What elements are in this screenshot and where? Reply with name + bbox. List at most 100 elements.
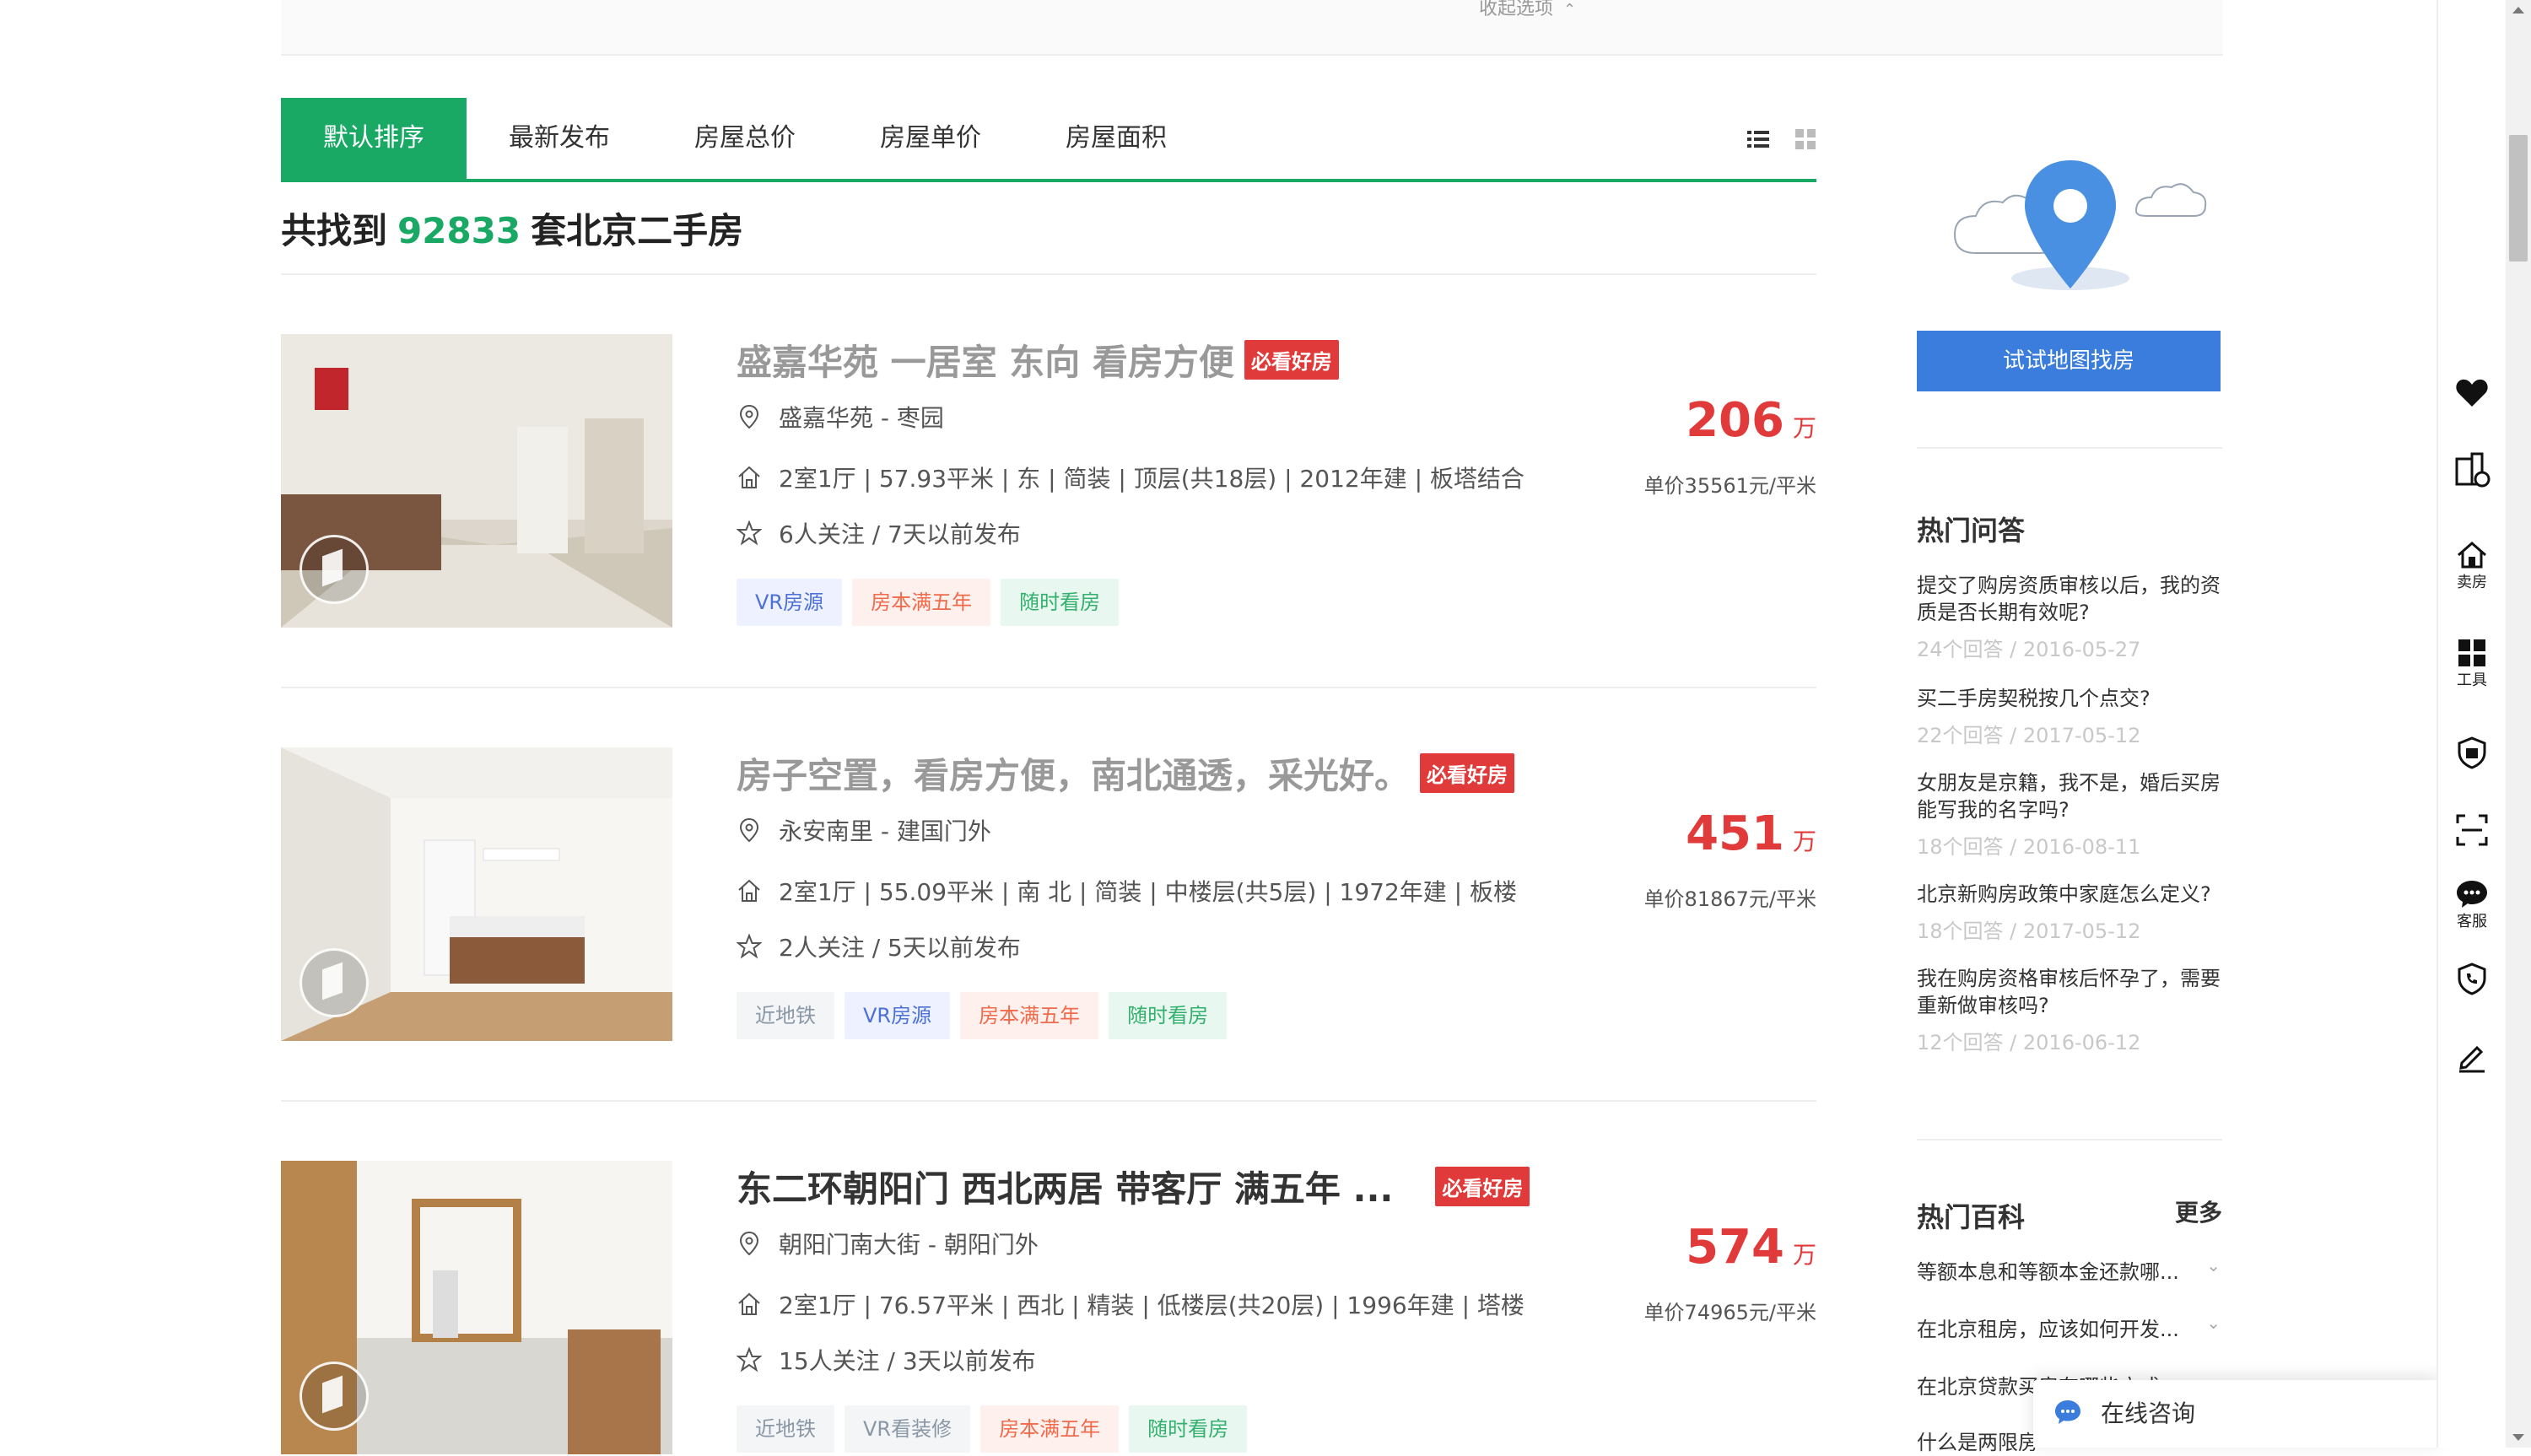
phone-button[interactable] (2438, 962, 2506, 995)
listing-follow: 6人关注 / 7天以前发布 (737, 516, 1021, 550)
listing-item[interactable]: 房子空置，看房方便，南北通透，采光好。 必看好房 永安南里 - 建国门外 2室1厅… (281, 747, 1816, 1043)
listing-item[interactable]: 盛嘉华苑 一居室 东向 看房方便 必看好房 盛嘉华苑 - 枣园 2室1厅 | 57… (281, 334, 1816, 629)
wiki-item[interactable]: 等额本息和等额本金还款哪... ⌄ (1917, 1255, 2221, 1285)
chevron-up-icon: ⌃ (1563, 1, 1577, 19)
qa-meta: 12个回答 / 2016-06-12 (1917, 1031, 2141, 1054)
unit-price: 单价35561元/平米 (1643, 474, 1816, 498)
scan-button[interactable] (2438, 813, 2506, 847)
listing-item[interactable]: 东二环朝阳门 西北两居 带客厅 满五年 ... 必看好房 朝阳门南大街 - 朝阳门… (281, 1161, 1816, 1456)
tag-near-subway: 近地铁 (737, 1405, 834, 1453)
collapse-filters-button[interactable]: 收起选项 ⌃ (1479, 0, 1576, 20)
total-price: 574 万 (1686, 1220, 1816, 1275)
listing-tags: VR房源 房本满五年 随时看房 (737, 579, 1120, 626)
house-icon (738, 466, 760, 488)
map-search-button[interactable]: 试试地图找房 (1917, 331, 2221, 391)
divider (1917, 1139, 2222, 1141)
tools-button[interactable]: 工具 (2438, 638, 2506, 690)
customer-service-button[interactable]: 客服 (2438, 879, 2506, 931)
tab-total-price[interactable]: 房屋总价 (652, 98, 838, 179)
sell-home-button[interactable]: 卖房 (2438, 540, 2506, 592)
tab-newest[interactable]: 最新发布 (467, 98, 652, 179)
qa-item[interactable]: 女朋友是京籍，我不是，婚后买房能写我的名字吗? 18个回答 / 2016-08-… (1917, 769, 2229, 860)
vr-icon (300, 535, 369, 604)
qa-item[interactable]: 买二手房契税按几个点交? 22个回答 / 2017-05-12 (1917, 685, 2229, 749)
tab-default-sort[interactable]: 默认排序 (281, 98, 467, 179)
listing-tags: 近地铁 VR房源 房本满五年 随时看房 (737, 992, 1228, 1039)
list-view-icon[interactable] (1747, 128, 1769, 150)
tab-area[interactable]: 房屋面积 (1023, 98, 1209, 179)
hot-qa-title: 热门问答 (1917, 515, 2026, 547)
tag-five-years: 房本满五年 (852, 579, 991, 626)
qa-question[interactable]: 提交了购房资质审核以后，我的资质是否长期有效呢? (1917, 572, 2229, 626)
house-icon (738, 879, 760, 902)
listing-info: 2室1厅 | 57.93平米 | 东 | 简装 | 顶层(共18层) | 201… (737, 461, 1525, 494)
listing-info: 2室1厅 | 55.09平米 | 南 北 | 简装 | 中楼层(共5层) | 1… (737, 874, 1517, 908)
promise-button[interactable] (2438, 736, 2506, 769)
shield-icon (2458, 736, 2486, 769)
tag-anytime-viewing: 随时看房 (1109, 992, 1228, 1039)
tag-vr: VR房源 (845, 992, 951, 1039)
divider (281, 273, 1816, 275)
tools-label: 工具 (2457, 671, 2487, 689)
vr-icon (300, 948, 369, 1017)
listing-follow: 2人关注 / 5天以前发布 (737, 930, 1021, 963)
heart-icon (2456, 379, 2488, 407)
must-see-badge: 必看好房 (1420, 753, 1515, 793)
qa-question[interactable]: 买二手房契税按几个点交? (1917, 685, 2229, 712)
house-icon (738, 1292, 760, 1315)
scroll-thumb[interactable] (2509, 135, 2528, 262)
chat-bubble-icon (2457, 881, 2487, 908)
listing-info: 2室1厅 | 76.57平米 | 西北 | 精装 | 低楼层(共20层) | 1… (737, 1287, 1525, 1321)
wiki-more-link[interactable]: 更多 (2175, 1194, 2222, 1228)
scroll-down-arrow-icon[interactable] (2512, 1434, 2524, 1441)
favorites-button[interactable] (2438, 378, 2506, 408)
hot-wiki-title: 热门百科 (1917, 1201, 2026, 1233)
qa-question[interactable]: 女朋友是京籍，我不是，婚后买房能写我的名字吗? (1917, 769, 2229, 823)
qa-item[interactable]: 提交了购房资质审核以后，我的资质是否长期有效呢? 24个回答 / 2016-05… (1917, 572, 2229, 663)
scrollbar[interactable] (2506, 0, 2531, 1448)
qa-question[interactable]: 北京新购房政策中家庭怎么定义? (1917, 881, 2229, 908)
building-compare-icon (2455, 452, 2491, 488)
listing-location[interactable]: 盛嘉华苑 - 枣园 (737, 400, 944, 434)
feedback-button[interactable] (2438, 1039, 2506, 1073)
listing-title[interactable]: 东二环朝阳门 西北两居 带客厅 满五年 ... 必看好房 (737, 1161, 1530, 1212)
divider (1917, 447, 2222, 449)
phone-shield-icon (2458, 963, 2486, 995)
tools-grid-icon (2458, 639, 2485, 666)
qa-item[interactable]: 我在购房资格审核后怀孕了，需要重新做审核吗? 12个回答 / 2016-06-1… (1917, 965, 2229, 1056)
wiki-item[interactable]: 在北京租房，应该如何开发... ⌄ (1917, 1313, 2221, 1342)
sort-tabs: 默认排序 最新发布 房屋总价 房屋单价 房屋面积 (281, 98, 1816, 182)
qa-item[interactable]: 北京新购房政策中家庭怎么定义? 18个回答 / 2017-05-12 (1917, 881, 2229, 945)
listing-follow: 15人关注 / 3天以前发布 (737, 1343, 1036, 1377)
result-count: 92833 (397, 210, 521, 251)
listing-photo[interactable] (281, 747, 672, 1041)
summary-prefix: 共找到 (281, 210, 388, 251)
sell-label: 卖房 (2457, 574, 2487, 591)
listing-location[interactable]: 朝阳门南大街 - 朝阳门外 (737, 1227, 1039, 1260)
house-sell-icon (2458, 542, 2486, 569)
service-label: 客服 (2457, 913, 2487, 930)
chat-icon (2055, 1400, 2080, 1424)
listing-title[interactable]: 房子空置，看房方便，南北通透，采光好。 必看好房 (737, 747, 1515, 799)
tag-five-years: 房本满五年 (960, 992, 1099, 1039)
listing-photo[interactable] (281, 1161, 672, 1454)
location-pin-icon (739, 1231, 759, 1256)
result-summary: 共找到 92833 套北京二手房 (281, 202, 743, 254)
qa-meta: 18个回答 / 2016-08-11 (1917, 835, 2141, 859)
listing-location[interactable]: 永安南里 - 建国门外 (737, 813, 991, 847)
compare-button[interactable] (2438, 452, 2506, 489)
grid-view-icon[interactable] (1794, 128, 1816, 150)
tag-anytime-viewing: 随时看房 (1129, 1405, 1248, 1453)
tag-vr-decoration: VR看装修 (845, 1405, 971, 1453)
summary-suffix: 套北京二手房 (531, 210, 744, 251)
listing-tags: 近地铁 VR看装修 房本满五年 随时看房 (737, 1405, 1248, 1453)
qa-question[interactable]: 我在购房资格审核后怀孕了，需要重新做审核吗? (1917, 965, 2229, 1019)
total-price: 206 万 (1686, 393, 1816, 448)
scan-icon (2456, 814, 2488, 846)
collapse-label: 收起选项 (1479, 0, 1554, 19)
listing-photo[interactable] (281, 334, 672, 628)
tab-unit-price[interactable]: 房屋单价 (838, 98, 1023, 179)
listing-title[interactable]: 盛嘉华苑 一居室 东向 看房方便 必看好房 (737, 334, 1339, 386)
scroll-up-arrow-icon[interactable] (2512, 7, 2524, 13)
online-consult-button[interactable]: 在线咨询 (2033, 1380, 2438, 1448)
